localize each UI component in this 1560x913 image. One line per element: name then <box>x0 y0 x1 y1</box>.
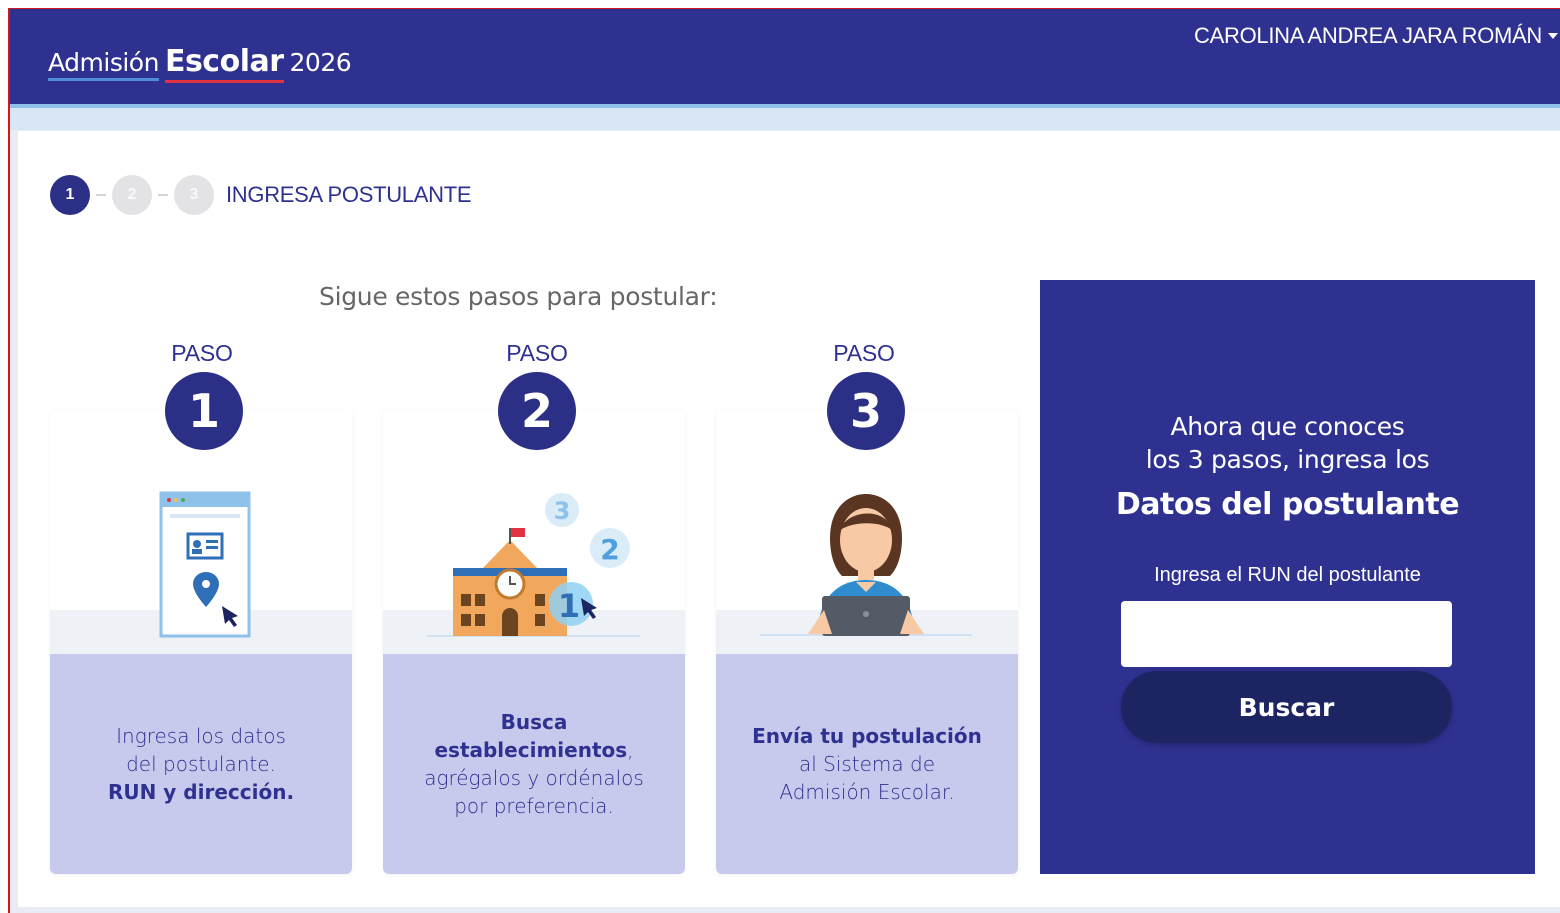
step-card-2: Busca establecimientos, agrégalos y ordé… <box>383 410 685 874</box>
stepper-step-3: 3 <box>174 175 214 215</box>
step-card-1-desc-area: Ingresa los datos del postulante. RUN y … <box>50 654 352 874</box>
applicant-data-panel: Ahora que conoces los 3 pasos, ingresa l… <box>1040 280 1535 874</box>
applicant-panel-intro: Ahora que conoces los 3 pasos, ingresa l… <box>1040 410 1535 476</box>
applicant-intro-line2: los 3 pasos, ingresa los <box>1145 445 1430 474</box>
paso-number-1: 1 <box>165 372 243 450</box>
steps-intro-title: Sigue estos pasos para postular: <box>319 282 718 311</box>
svg-text:3: 3 <box>554 497 571 525</box>
stepper-separator <box>96 194 106 196</box>
step-2-desc-comma: , <box>627 738 634 762</box>
run-input[interactable] <box>1121 601 1452 667</box>
step-1-desc-bold: RUN y dirección. <box>107 780 295 804</box>
step-3-description: Envía tu postulación al Sistema de Admis… <box>752 722 982 806</box>
step-2-description: Busca establecimientos, agrégalos y ordé… <box>401 708 667 820</box>
step-3-desc-bold: Envía tu postulación <box>752 724 982 748</box>
school-building-icon: 3 2 1 <box>427 493 640 637</box>
applicant-intro-line1: Ahora que conoces <box>1170 412 1405 441</box>
brand-text-year: 2026 <box>289 48 352 77</box>
step-2-desc-line3: por preferencia. <box>454 794 614 818</box>
search-button[interactable]: Buscar <box>1121 671 1452 743</box>
header-accent-strip <box>10 104 1560 130</box>
run-field-label: Ingresa el RUN del postulante <box>1154 564 1421 586</box>
step-1-desc-line2: del postulante. <box>126 752 276 776</box>
brand-logo[interactable]: Admisión Escolar 2026 <box>48 44 352 83</box>
progress-stepper: 1 2 3 INGRESA POSTULANTE <box>50 175 472 215</box>
brand-text-escolar: Escolar <box>164 44 284 83</box>
step-card-1: Ingresa los datos del postulante. RUN y … <box>50 410 352 874</box>
stepper-label: INGRESA POSTULANTE <box>226 182 472 207</box>
stepper-step-1: 1 <box>50 175 90 215</box>
paso-number-2: 2 <box>498 372 576 450</box>
step-card-2-desc-area: Busca establecimientos, agrégalos y ordé… <box>383 654 685 874</box>
step-card-3: Envía tu postulación al Sistema de Admis… <box>716 410 1018 874</box>
applicant-panel-title: Datos del postulante <box>1115 487 1460 522</box>
brand-text-admision: Admisión <box>48 48 159 81</box>
person-laptop-icon <box>760 494 972 636</box>
svg-text:1: 1 <box>558 587 580 625</box>
step-2-desc-bold: Busca establecimientos <box>434 710 628 762</box>
user-menu[interactable]: CAROLINA ANDREA JARA ROMÁN <box>1194 23 1558 49</box>
step-3-desc-line3: Admisión Escolar. <box>779 780 955 804</box>
top-header: Admisión Escolar 2026 CAROLINA ANDREA JA… <box>10 9 1560 104</box>
svg-text:2: 2 <box>600 533 619 566</box>
stepper-step-2: 2 <box>112 175 152 215</box>
paso-label-3: PASO <box>833 340 895 366</box>
paso-label-1: PASO <box>171 340 233 366</box>
stepper-separator <box>158 194 168 196</box>
chevron-down-icon <box>1548 33 1558 39</box>
paso-number-3: 3 <box>827 372 905 450</box>
user-name: CAROLINA ANDREA JARA ROMÁN <box>1194 23 1542 48</box>
id-card-location-icon <box>159 491 251 638</box>
step-2-desc-line2: agrégalos y ordénalos <box>424 766 644 790</box>
step-card-3-desc-area: Envía tu postulación al Sistema de Admis… <box>716 654 1018 874</box>
step-1-desc-line1: Ingresa los datos <box>116 724 286 748</box>
step-1-description: Ingresa los datos del postulante. RUN y … <box>108 722 294 806</box>
step-3-desc-line2: al Sistema de <box>798 752 936 776</box>
paso-label-2: PASO <box>506 340 568 366</box>
